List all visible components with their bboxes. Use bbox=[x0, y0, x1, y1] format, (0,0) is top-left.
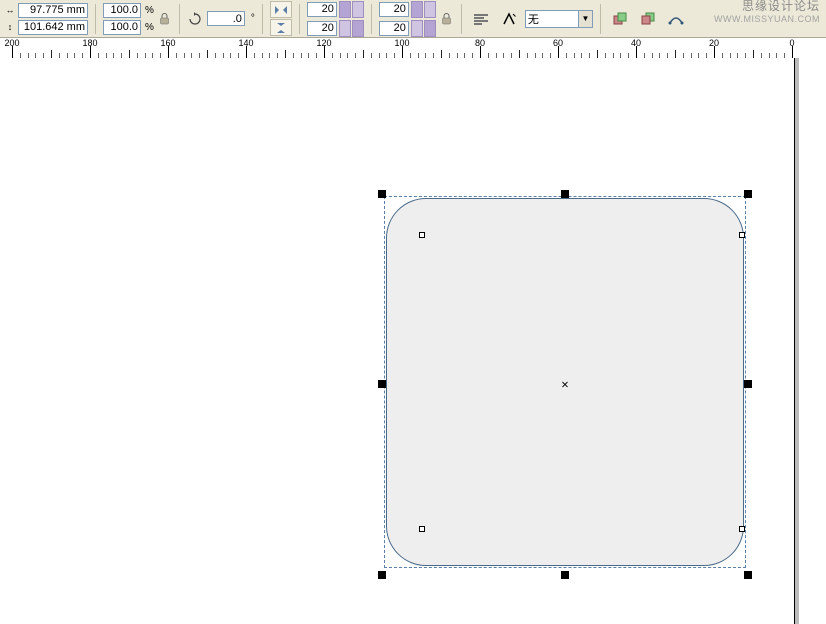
convert-curves-button[interactable] bbox=[664, 7, 688, 31]
rotation-field[interactable] bbox=[207, 11, 245, 26]
to-back-button[interactable] bbox=[636, 7, 660, 31]
corner-tr-input[interactable] bbox=[382, 3, 406, 16]
to-front-button[interactable] bbox=[608, 7, 632, 31]
lock-corners-button[interactable] bbox=[440, 12, 454, 26]
corner-br-input[interactable] bbox=[382, 22, 406, 35]
width-icon: ↔ bbox=[4, 4, 16, 16]
rotation-input[interactable] bbox=[210, 12, 242, 25]
outline-pen-icon bbox=[497, 7, 521, 31]
selection-handle[interactable] bbox=[744, 190, 752, 198]
scale-x-unit: % bbox=[145, 5, 154, 16]
object-size-group: ↔ ↕ bbox=[4, 3, 88, 35]
corner-handle[interactable] bbox=[419, 526, 425, 532]
watermark-cn: 思缘设计论坛 bbox=[714, 0, 820, 13]
scale-group: % % bbox=[103, 3, 154, 35]
text-wrap-combo[interactable]: ▼ bbox=[525, 10, 593, 28]
corner-handle[interactable] bbox=[419, 232, 425, 238]
corner-bl-field[interactable] bbox=[307, 21, 337, 36]
scale-y-unit: % bbox=[145, 22, 154, 33]
corner-handle[interactable] bbox=[739, 232, 745, 238]
corner-tl-input[interactable] bbox=[310, 3, 334, 16]
lock-ratio-button[interactable] bbox=[158, 12, 172, 26]
scale-y-field[interactable] bbox=[103, 20, 141, 35]
height-icon: ↕ bbox=[4, 21, 16, 33]
drawing-canvas[interactable]: ✕ bbox=[0, 58, 826, 624]
selection-center-marker[interactable]: ✕ bbox=[561, 377, 568, 391]
corner-spinner-down[interactable] bbox=[424, 1, 436, 18]
selection-handle[interactable] bbox=[744, 380, 752, 388]
separator bbox=[371, 4, 372, 34]
separator bbox=[179, 4, 180, 34]
selection-handle[interactable] bbox=[378, 571, 386, 579]
corner-bl-input[interactable] bbox=[310, 22, 334, 35]
selection-handle[interactable] bbox=[561, 190, 569, 198]
mirror-vertical-button[interactable] bbox=[270, 19, 292, 36]
corner-spinner-up[interactable] bbox=[411, 20, 423, 37]
mirror-horizontal-button[interactable] bbox=[270, 1, 292, 18]
separator bbox=[95, 4, 96, 34]
selection-handle[interactable] bbox=[378, 380, 386, 388]
separator bbox=[461, 4, 462, 34]
page-shadow bbox=[795, 58, 799, 624]
text-wrap-value[interactable] bbox=[528, 12, 576, 25]
watermark: 思缘设计论坛 WWW.MISSYUAN.COM bbox=[714, 0, 820, 26]
separator bbox=[299, 4, 300, 34]
object-width-field[interactable] bbox=[18, 3, 88, 18]
corner-spinner-down[interactable] bbox=[352, 1, 364, 18]
corner-spinner-up[interactable] bbox=[411, 1, 423, 18]
combo-dropdown-arrow[interactable]: ▼ bbox=[579, 10, 593, 28]
object-height-input[interactable] bbox=[21, 21, 85, 34]
property-bar: ↔ ↕ % % bbox=[0, 0, 826, 38]
corner-roundness-left-group bbox=[307, 1, 364, 37]
selection-handle[interactable] bbox=[378, 190, 386, 198]
corner-handle[interactable] bbox=[739, 526, 745, 532]
separator bbox=[262, 4, 263, 34]
corner-tl-field[interactable] bbox=[307, 2, 337, 17]
wrap-text-button[interactable] bbox=[469, 7, 493, 31]
watermark-en: WWW.MISSYUAN.COM bbox=[714, 13, 820, 26]
rotation-icon bbox=[187, 11, 203, 27]
scale-x-field[interactable] bbox=[103, 3, 141, 18]
corner-tr-field[interactable] bbox=[379, 2, 409, 17]
selection-handle[interactable] bbox=[561, 571, 569, 579]
corner-spinner-up[interactable] bbox=[339, 1, 351, 18]
horizontal-ruler[interactable]: 200180160140120100806040200 bbox=[0, 38, 826, 59]
separator bbox=[600, 4, 601, 34]
object-width-input[interactable] bbox=[21, 4, 85, 17]
corner-br-field[interactable] bbox=[379, 21, 409, 36]
scale-x-input[interactable] bbox=[106, 4, 138, 17]
corner-roundness-right-group bbox=[379, 1, 436, 37]
scale-y-input[interactable] bbox=[106, 21, 138, 34]
object-height-field[interactable] bbox=[18, 20, 88, 35]
rotation-degree-icon: ° bbox=[251, 13, 255, 24]
corner-spinner-down[interactable] bbox=[424, 20, 436, 37]
mirror-group bbox=[270, 1, 292, 36]
corner-spinner-up[interactable] bbox=[339, 20, 351, 37]
selection-handle[interactable] bbox=[744, 571, 752, 579]
corner-spinner-down[interactable] bbox=[352, 20, 364, 37]
